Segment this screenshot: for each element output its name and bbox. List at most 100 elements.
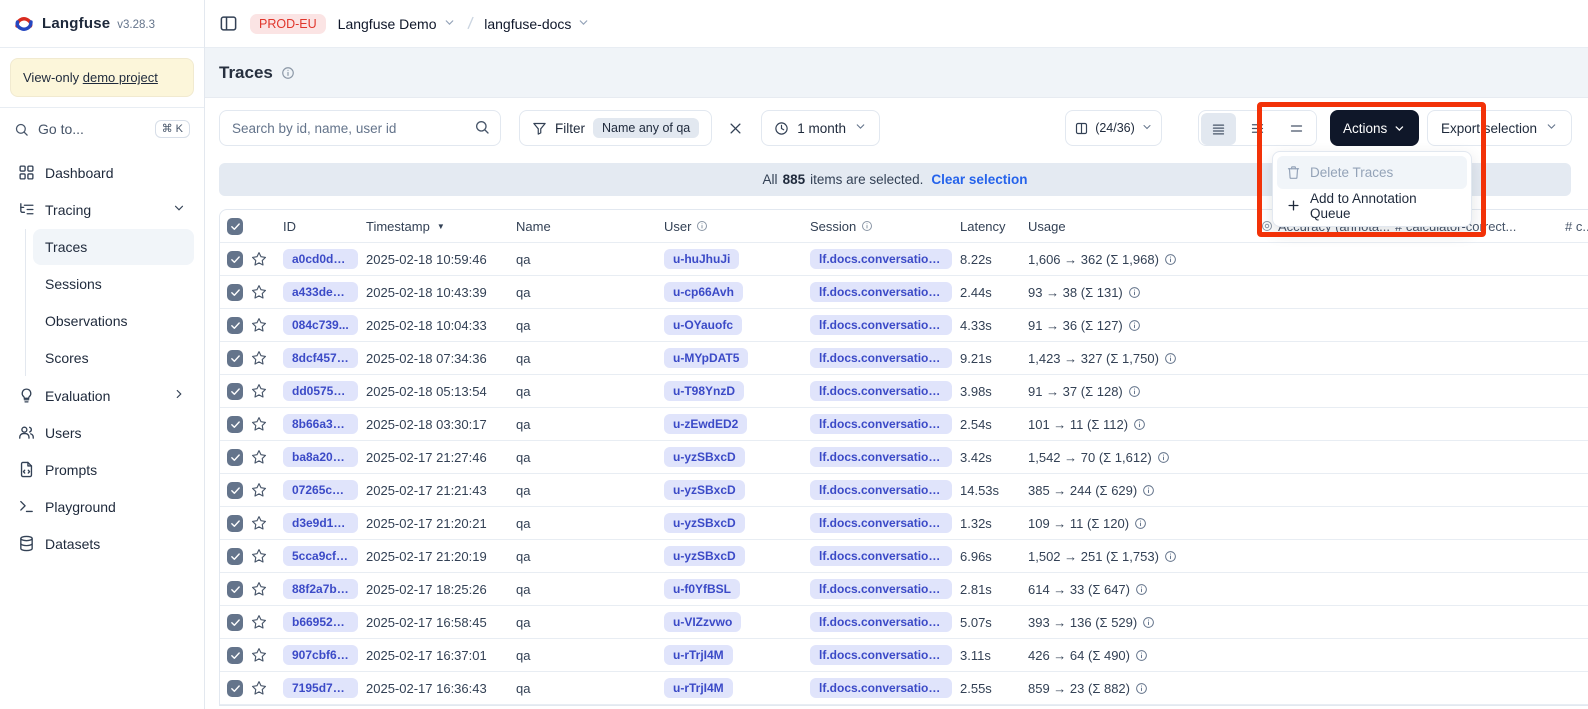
user-id-badge[interactable]: u-yzSBxcD — [664, 513, 745, 533]
bookmark-star-icon[interactable] — [251, 515, 267, 531]
session-id-badge[interactable]: lf.docs.conversation... — [810, 480, 952, 500]
info-icon[interactable] — [1135, 649, 1148, 662]
sidebar-item-playground[interactable]: Playground — [10, 488, 194, 525]
goto-search[interactable]: Go to... ⌘ K — [0, 108, 204, 148]
session-id-badge[interactable]: lf.docs.conversation... — [810, 579, 952, 599]
project-selector[interactable]: langfuse-docs — [484, 16, 590, 32]
info-icon[interactable] — [1128, 385, 1141, 398]
bookmark-star-icon[interactable] — [251, 647, 267, 663]
column-header-latency[interactable]: Latency — [960, 219, 1028, 234]
row-checkbox[interactable] — [227, 284, 243, 301]
bookmark-star-icon[interactable] — [251, 317, 267, 333]
time-range-button[interactable]: 1 month — [761, 110, 880, 146]
session-id-badge[interactable]: lf.docs.conversation... — [810, 513, 952, 533]
info-icon[interactable] — [1134, 517, 1147, 530]
row-height-small-button[interactable] — [1201, 113, 1236, 145]
column-header-user[interactable]: User — [664, 219, 810, 234]
info-icon[interactable] — [1157, 451, 1170, 464]
sidebar-item-tracing[interactable]: Tracing — [10, 191, 194, 228]
sidebar-item-users[interactable]: Users — [10, 414, 194, 451]
clear-selection-link[interactable]: Clear selection — [931, 172, 1027, 187]
session-id-badge[interactable]: lf.docs.conversation... — [810, 381, 952, 401]
filter-button[interactable]: Filter Name any of qa — [519, 110, 712, 146]
trace-id-badge[interactable]: a0cd0d9... — [283, 249, 358, 269]
sidebar-toggle-icon[interactable] — [219, 14, 238, 33]
trace-id-badge[interactable]: d3e9d1f2... — [283, 513, 358, 533]
sidebar-item-evaluation[interactable]: Evaluation — [10, 377, 194, 414]
menu-item-add-to-annotation-queue[interactable]: Add to Annotation Queue — [1277, 189, 1467, 222]
bookmark-star-icon[interactable] — [251, 350, 267, 366]
demo-project-link[interactable]: demo project — [83, 70, 158, 85]
bookmark-star-icon[interactable] — [251, 284, 267, 300]
trace-id-badge[interactable]: 8b66a34... — [283, 414, 358, 434]
info-icon[interactable] — [1128, 319, 1141, 332]
session-id-badge[interactable]: lf.docs.conversation... — [810, 678, 952, 698]
sidebar-item-scores[interactable]: Scores — [33, 340, 194, 376]
search-input[interactable] — [219, 110, 501, 146]
trace-id-badge[interactable]: ba8a208f... — [283, 447, 358, 467]
row-checkbox[interactable] — [227, 581, 243, 598]
user-id-badge[interactable]: u-yzSBxcD — [664, 546, 745, 566]
org-selector[interactable]: Langfuse Demo — [338, 16, 456, 32]
info-icon[interactable] — [1133, 418, 1146, 431]
session-id-badge[interactable]: lf.docs.conversation... — [810, 612, 952, 632]
bookmark-star-icon[interactable] — [251, 548, 267, 564]
session-id-badge[interactable]: lf.docs.conversation... — [810, 249, 952, 269]
session-id-badge[interactable]: lf.docs.conversation... — [810, 315, 952, 335]
menu-item-delete-traces[interactable]: Delete Traces — [1277, 156, 1467, 189]
bookmark-star-icon[interactable] — [251, 383, 267, 399]
trace-id-badge[interactable]: 07265c7a... — [283, 480, 358, 500]
row-checkbox[interactable] — [227, 350, 243, 367]
sidebar-item-datasets[interactable]: Datasets — [10, 525, 194, 562]
column-header-usage[interactable]: Usage — [1028, 219, 1261, 234]
clear-filter-icon[interactable] — [724, 117, 747, 140]
row-checkbox[interactable] — [227, 317, 243, 334]
row-checkbox[interactable] — [227, 482, 243, 499]
column-header-timestamp[interactable]: Timestamp▼ — [366, 219, 516, 234]
session-id-badge[interactable]: lf.docs.conversation... — [810, 348, 952, 368]
row-checkbox[interactable] — [227, 614, 243, 631]
user-id-badge[interactable]: u-zEwdED2 — [664, 414, 747, 434]
bookmark-star-icon[interactable] — [251, 449, 267, 465]
export-selection-button[interactable]: Export selection — [1427, 110, 1572, 146]
user-id-badge[interactable]: u-VIZzvwo — [664, 612, 741, 632]
bookmark-star-icon[interactable] — [251, 614, 267, 630]
trace-id-badge[interactable]: 8dcf4574... — [283, 348, 358, 368]
bookmark-star-icon[interactable] — [251, 251, 267, 267]
sidebar-item-observations[interactable]: Observations — [33, 303, 194, 339]
info-icon[interactable] — [1164, 253, 1177, 266]
user-id-badge[interactable]: u-f0YfBSL — [664, 579, 740, 599]
sidebar-item-sessions[interactable]: Sessions — [33, 266, 194, 302]
user-id-badge[interactable]: u-cp66Avh — [664, 282, 743, 302]
column-header-session[interactable]: Session — [810, 219, 960, 234]
columns-button[interactable]: (24/36) — [1065, 110, 1162, 146]
row-checkbox[interactable] — [227, 251, 243, 268]
session-id-badge[interactable]: lf.docs.conversation... — [810, 546, 952, 566]
trace-id-badge[interactable]: b669529... — [283, 612, 358, 632]
sidebar-item-prompts[interactable]: Prompts — [10, 451, 194, 488]
bookmark-star-icon[interactable] — [251, 416, 267, 432]
trace-id-badge[interactable]: 5cca9cf2... — [283, 546, 358, 566]
user-id-badge[interactable]: u-yzSBxcD — [664, 447, 745, 467]
trace-id-badge[interactable]: 88f2a7b0... — [283, 579, 358, 599]
trace-id-badge[interactable]: a433de51... — [283, 282, 358, 302]
bookmark-star-icon[interactable] — [251, 482, 267, 498]
session-id-badge[interactable]: lf.docs.conversation... — [810, 414, 952, 434]
column-header-id[interactable]: ID — [283, 219, 366, 234]
column-header-name[interactable]: Name — [516, 219, 664, 234]
info-icon[interactable] — [1142, 616, 1155, 629]
session-id-badge[interactable]: lf.docs.conversation... — [810, 645, 952, 665]
bookmark-star-icon[interactable] — [251, 581, 267, 597]
user-id-badge[interactable]: u-rTrjI4M — [664, 645, 733, 665]
row-height-medium-button[interactable] — [1238, 111, 1277, 145]
bookmark-star-icon[interactable] — [251, 680, 267, 696]
trace-id-badge[interactable]: dd05753... — [283, 381, 358, 401]
select-all-checkbox[interactable] — [227, 218, 243, 235]
row-checkbox[interactable] — [227, 449, 243, 466]
user-id-badge[interactable]: u-yzSBxcD — [664, 480, 745, 500]
row-height-large-button[interactable] — [1277, 111, 1316, 145]
trace-id-badge[interactable]: 084c739... — [283, 315, 358, 335]
user-id-badge[interactable]: u-huJhuJi — [664, 249, 739, 269]
row-checkbox[interactable] — [227, 383, 243, 400]
user-id-badge[interactable]: u-OYauofc — [664, 315, 742, 335]
